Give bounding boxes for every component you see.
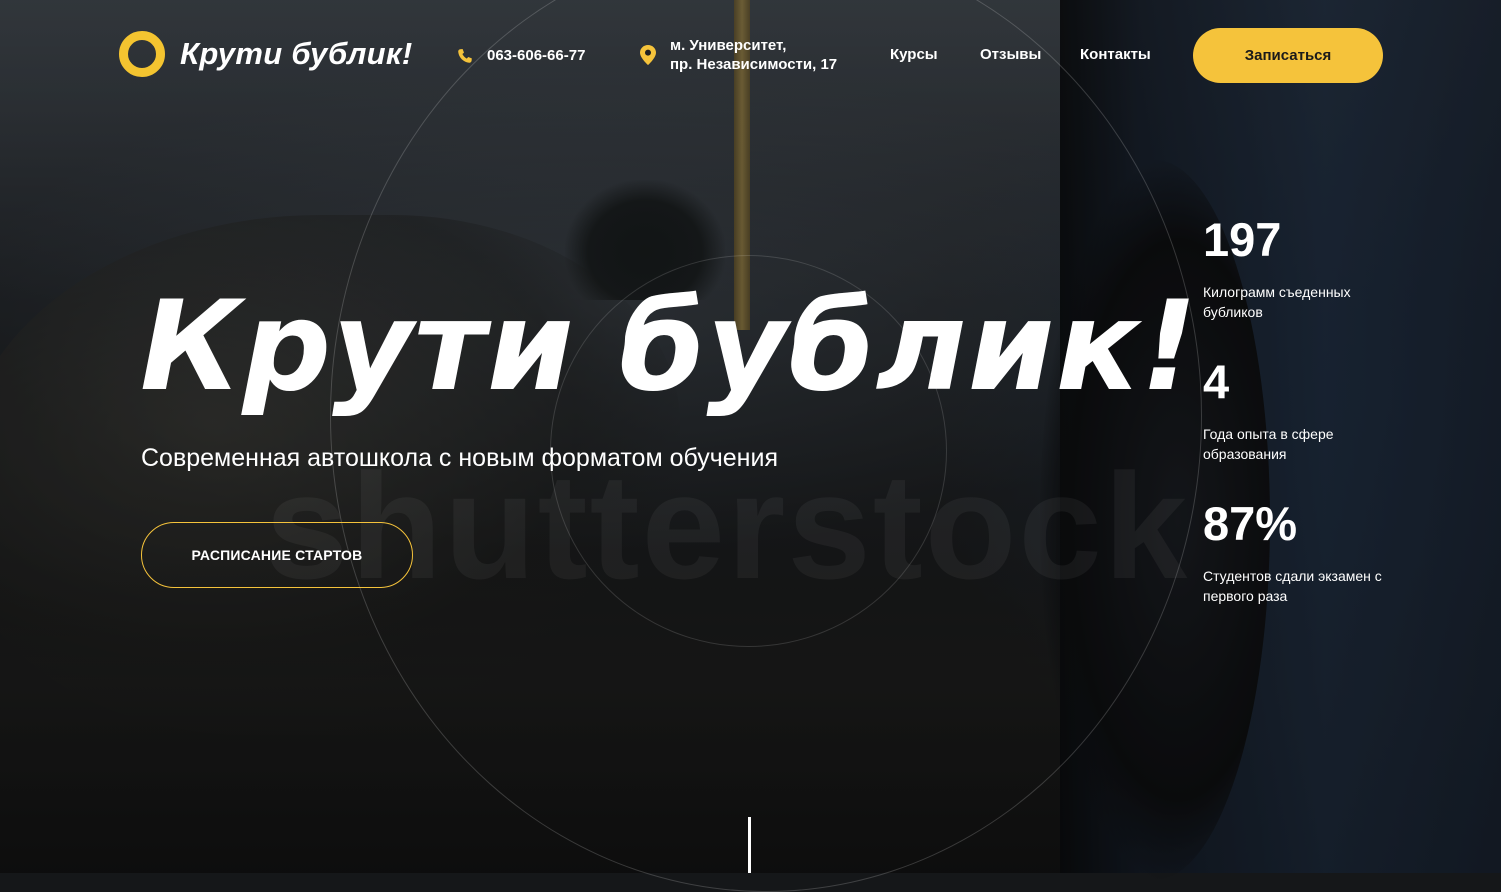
stat-item: 4 Года опыта в сфере образования xyxy=(1203,358,1383,464)
stat-value: 87% xyxy=(1203,497,1298,550)
stat-label: Года опыта в сфере образования xyxy=(1203,426,1334,462)
nav-link-contacts[interactable]: Контакты xyxy=(1080,46,1151,63)
phone-number: 063-606-66-77 xyxy=(487,47,586,64)
stat-item: 87% Студентов сдали экзамен с первого ра… xyxy=(1203,500,1383,606)
hero-subtitle: Современная автошкола с новым форматом о… xyxy=(141,444,778,472)
map-pin-icon xyxy=(640,45,656,65)
stat-value: 197 xyxy=(1203,213,1282,266)
header-phone[interactable]: 063-606-66-77 xyxy=(457,46,585,65)
phone-icon xyxy=(457,48,473,64)
stat-label: Килограмм съеденных бубликов xyxy=(1203,284,1351,320)
hero-title: Крути бублик! xyxy=(140,275,1199,419)
address-line-1: м. Университет, xyxy=(670,37,787,54)
schedule-button[interactable]: РАСПИСАНИЕ СТАРТОВ xyxy=(141,522,413,588)
site-header: Крути бублик! 063-606-66-77 м. Университ… xyxy=(0,0,1501,110)
signup-button[interactable]: Записаться xyxy=(1193,28,1383,83)
nav-link-courses[interactable]: Курсы xyxy=(890,46,938,63)
stat-label: Студентов сдали экзамен с первого раза xyxy=(1203,568,1382,604)
logo-text: Крути бублик! xyxy=(180,36,413,71)
logo[interactable]: Крути бублик! xyxy=(119,31,413,77)
stat-value: 4 xyxy=(1203,355,1230,408)
address-line-2: пр. Независимости, 17 xyxy=(670,56,838,73)
stat-item: 197 Килограмм съеденных бубликов xyxy=(1203,216,1383,322)
ring-icon xyxy=(119,31,165,77)
header-address: м. Университет, пр. Независимости, 17 xyxy=(640,36,837,74)
scroll-indicator[interactable] xyxy=(748,817,751,873)
nav-link-reviews[interactable]: Отзывы xyxy=(980,46,1041,63)
